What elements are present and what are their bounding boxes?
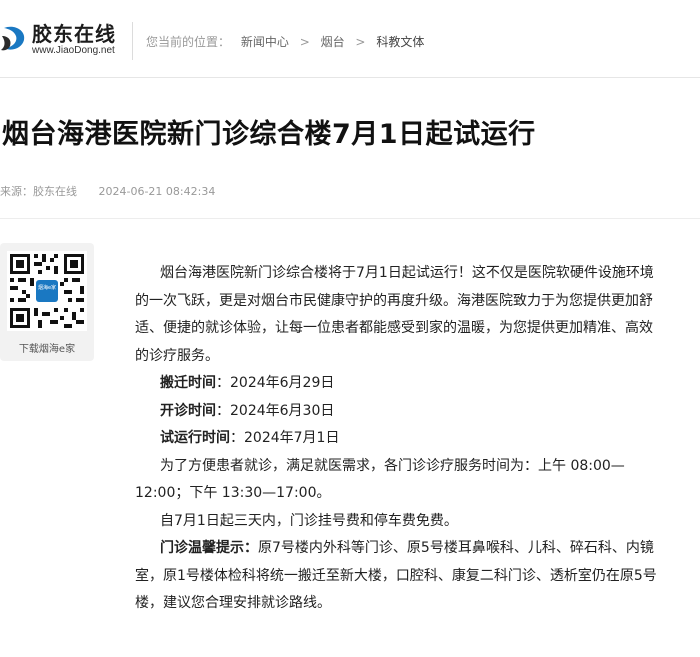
tips-label: 门诊温馨提示：: [160, 540, 258, 556]
content-divider: [0, 218, 700, 219]
open-time-label: 开诊时间: [160, 402, 216, 419]
site-header: 胶东在线 www.JiaoDong.net 您当前的位置： 新闻中心 > 烟台 …: [0, 0, 700, 78]
article-intro: 烟台海港医院新门诊综合楼将于7月1日起试运行！这不仅是医院软硬件设施环境的一次飞…: [135, 265, 654, 364]
qr-center-label: 烟海e家: [38, 284, 56, 291]
breadcrumb-prefix: 您当前的位置：: [146, 35, 231, 49]
free-notice: 自7月1日起三天内，门诊挂号费和停车费免费。: [160, 512, 458, 529]
article-datetime: 2024-06-21 08:42:34: [98, 185, 216, 198]
move-time-value: ：2024年6月29日: [216, 375, 335, 391]
article-meta: 来源：胶东在线 2024-06-21 08:42:34: [0, 183, 233, 199]
qr-code-icon: 烟海e家: [7, 251, 87, 331]
tips-paragraph: 门诊温馨提示：原7号楼内外科等门诊、原5号楼耳鼻喉科、儿科、碎石科、内镜室，原1…: [135, 535, 665, 618]
breadcrumb-item-news[interactable]: 新闻中心: [241, 35, 289, 49]
breadcrumb: 您当前的位置： 新闻中心 > 烟台 > 科教文体: [146, 33, 431, 50]
logo-name: 胶东在线: [32, 22, 116, 46]
logo-url: www.JiaoDong.net: [32, 45, 115, 56]
open-time-line: 开诊时间：2024年6月30日: [135, 398, 665, 426]
breadcrumb-separator: >: [355, 35, 366, 49]
jiaodong-logo-icon: [1, 26, 25, 51]
service-hours: 为了方便患者就诊，满足就医需求，各门诊诊疗服务时间为：上午 08:00—12:0…: [135, 457, 625, 502]
site-logo[interactable]: 胶东在线 www.JiaoDong.net: [0, 18, 128, 62]
move-time-label: 搬迁时间: [160, 375, 216, 391]
app-download-card[interactable]: 烟海e家 下载烟海e家: [0, 243, 94, 361]
breadcrumb-item-yantai[interactable]: 烟台: [321, 35, 345, 49]
move-time-line: 搬迁时间：2024年6月29日: [135, 370, 665, 398]
article-body: 烟台海港医院新门诊综合楼将于7月1日起试运行！这不仅是医院软硬件设施环境的一次飞…: [135, 260, 665, 618]
article-title: 烟台海港医院新门诊综合楼7月1日起试运行: [2, 119, 536, 150]
breadcrumb-separator: >: [299, 35, 310, 49]
trial-time-label: 试运行时间: [160, 430, 230, 446]
header-divider: [132, 22, 133, 60]
article-source: 来源：胶东在线: [0, 185, 77, 198]
trial-time-value: ：2024年7月1日: [230, 430, 340, 446]
trial-time-line: 试运行时间：2024年7月1日: [135, 425, 665, 453]
qr-caption: 下载烟海e家: [18, 344, 76, 355]
open-time-value: ：2024年6月30日: [216, 402, 335, 419]
breadcrumb-item-education[interactable]: 科教文体: [376, 35, 424, 49]
